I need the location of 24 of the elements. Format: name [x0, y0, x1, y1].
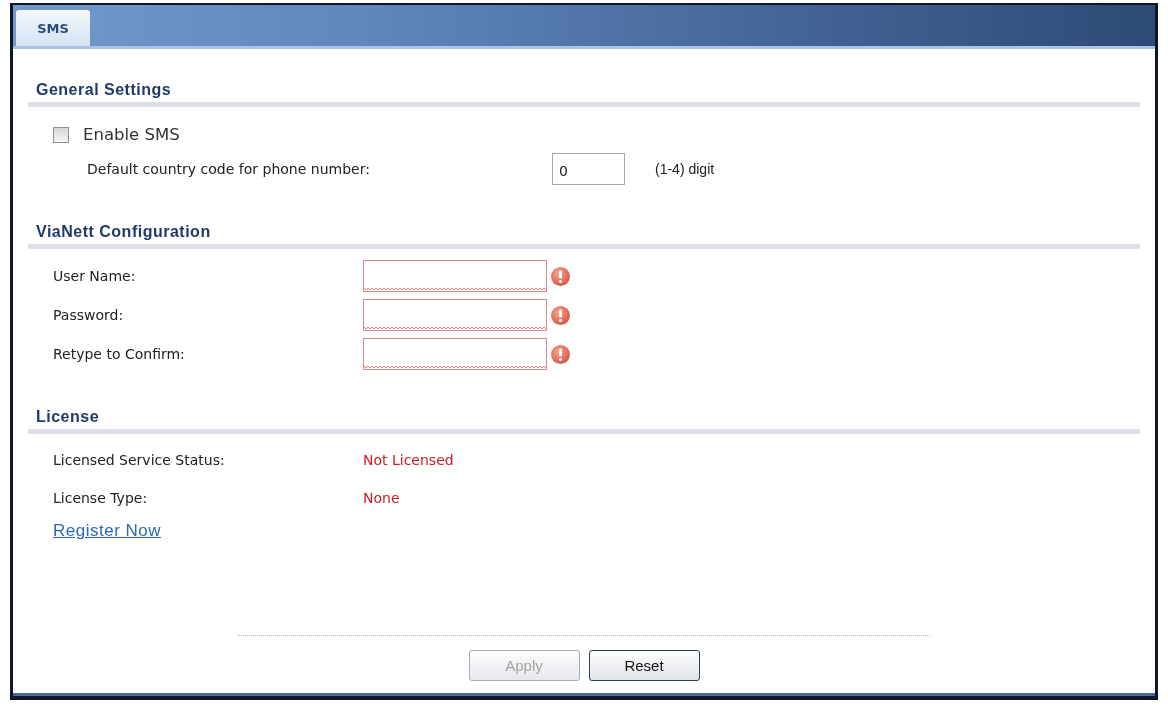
input-field[interactable] — [363, 260, 547, 292]
status-value: Not Licensed — [363, 450, 454, 470]
info-label: License Type: — [53, 488, 149, 508]
field-label: Retype to Confirm: — [53, 344, 186, 364]
info-label: Licensed Service Status: — [53, 450, 226, 470]
input-field[interactable] — [363, 338, 547, 370]
section-heading: General Settings — [35, 81, 173, 99]
register-link[interactable]: Register Now — [53, 521, 162, 541]
tab[interactable]: SMS — [16, 10, 90, 46]
status-value: None — [363, 488, 400, 508]
field-label: Default country code for phone number: — [87, 159, 371, 179]
error-icon — [551, 266, 570, 286]
hint-text: (1-4) digit — [655, 161, 715, 177]
action-button[interactable]: Reset — [588, 650, 700, 681]
error-icon — [551, 344, 570, 364]
checkbox-label: Enable SMS — [83, 123, 180, 146]
input-field[interactable]: 0 — [552, 153, 625, 185]
error-icon — [551, 305, 570, 325]
field-label: User Name: — [53, 266, 137, 286]
input-field[interactable] — [363, 299, 547, 331]
section-heading: License — [35, 408, 101, 426]
checkbox[interactable] — [53, 127, 69, 143]
section-heading: ViaNett Configuration — [35, 223, 212, 241]
field-label: Password: — [53, 305, 125, 325]
